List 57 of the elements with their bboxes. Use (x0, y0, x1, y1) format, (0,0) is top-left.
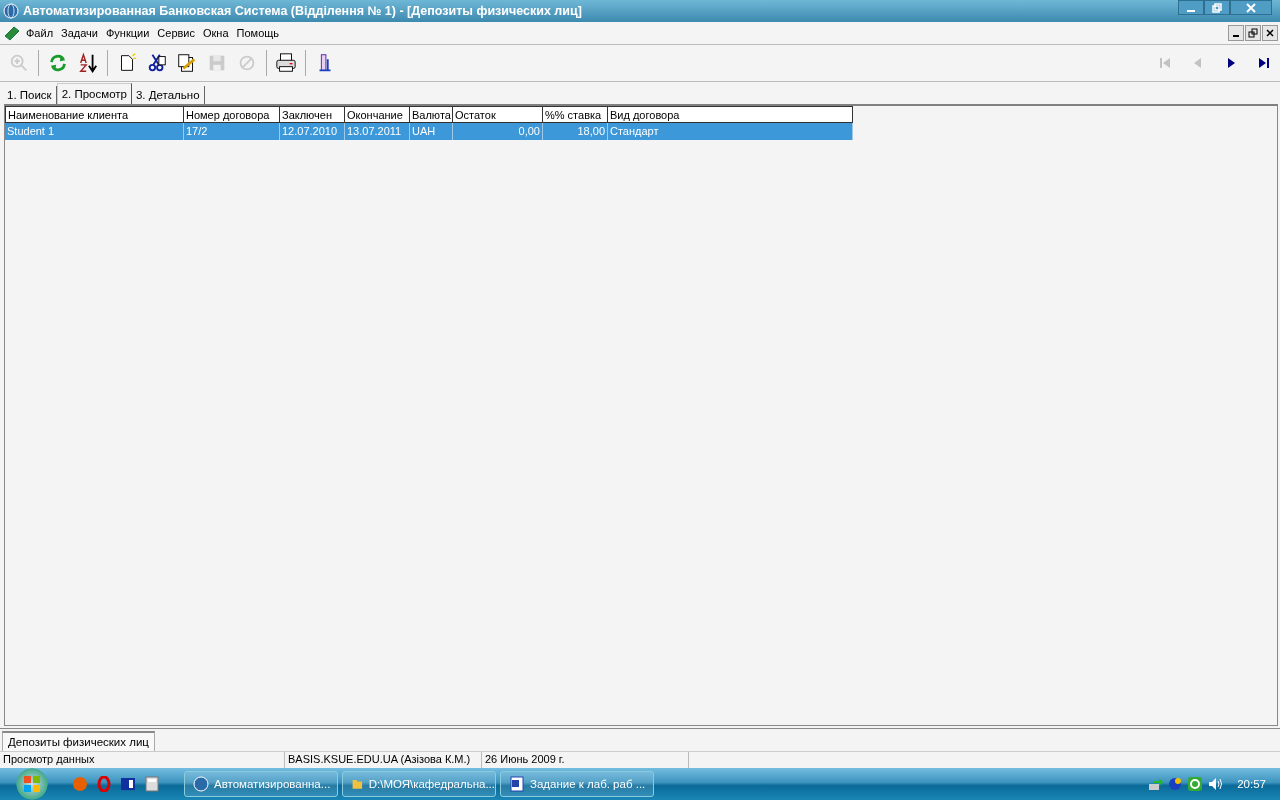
column-header[interactable]: Заключен (280, 106, 345, 123)
app-icon[interactable] (120, 776, 136, 792)
ring-icon[interactable] (96, 776, 112, 792)
table-cell: 17/2 (184, 123, 280, 140)
table-cell: 13.07.2011 (345, 123, 410, 140)
clock: 20:57 (1237, 778, 1266, 790)
table-cell: Student 1 (5, 123, 184, 140)
minimize-button[interactable] (1228, 25, 1244, 41)
volume-icon[interactable] (1207, 776, 1224, 792)
column-header[interactable]: %% ставка (543, 106, 608, 123)
table-cell: 18,00 (543, 123, 608, 140)
column-header[interactable]: Окончание (345, 106, 410, 123)
table-cell: Стандарт (608, 123, 853, 140)
scissors-icon (146, 52, 168, 74)
menu-item[interactable]: Окна (203, 27, 235, 39)
edit-document-icon (176, 52, 198, 74)
menu-item[interactable]: Помощь (236, 27, 286, 39)
network-icon[interactable] (1147, 776, 1164, 792)
restore-icon (1211, 1, 1223, 14)
disc-icon[interactable] (1187, 776, 1204, 792)
restore-button[interactable] (1204, 0, 1230, 15)
zoom-icon (8, 52, 30, 74)
menu-item[interactable]: Сервис (157, 27, 201, 39)
column-header[interactable]: Валюта (410, 106, 453, 123)
window-tab[interactable]: Депозиты физических лиц (2, 731, 155, 751)
printer-icon (275, 52, 297, 74)
restore-button[interactable] (1245, 25, 1261, 41)
table-cell: 0,00 (453, 123, 543, 140)
globe-icon (193, 776, 209, 792)
close-icon (1245, 1, 1257, 14)
column-header[interactable]: Остаток (453, 106, 543, 123)
menu-item[interactable]: Задачи (61, 27, 104, 39)
table-cell: 12.07.2010 (280, 123, 345, 140)
windows-logo-icon (22, 774, 42, 794)
minimize-icon (1233, 35, 1239, 37)
column-header[interactable]: Вид договора (608, 106, 853, 123)
taskbar-button[interactable]: D:\МОЯ\кафедральна... (342, 771, 496, 797)
table-cell: UAH (410, 123, 453, 140)
restore-icon (1248, 28, 1258, 38)
refresh-icon (47, 52, 69, 74)
minimize-icon (1187, 9, 1195, 12)
calculator-icon[interactable] (144, 776, 160, 792)
window-title: Автоматизированная Банковская Система (Відділення № 1) - [Депозиты физических лиц] (23, 4, 582, 18)
close-icon (1265, 28, 1275, 38)
sort-icon (77, 52, 99, 74)
document-icon (509, 776, 525, 792)
tab[interactable]: 2. Просмотр (56, 83, 132, 104)
taskbar-button[interactable]: Задание к лаб. раб ... (500, 771, 654, 797)
menu-item[interactable]: Функции (106, 27, 156, 39)
close-button[interactable] (1262, 25, 1278, 41)
column-header[interactable]: Наименование клиента (5, 106, 184, 123)
menu-item[interactable]: Файл (26, 27, 60, 39)
taskbar-button[interactable]: Автоматизированна... (184, 771, 338, 797)
tray-app-icon[interactable] (1167, 776, 1184, 792)
globe-icon (3, 3, 19, 19)
column-header[interactable]: Номер договора (184, 106, 280, 123)
banknote-icon (4, 25, 20, 41)
